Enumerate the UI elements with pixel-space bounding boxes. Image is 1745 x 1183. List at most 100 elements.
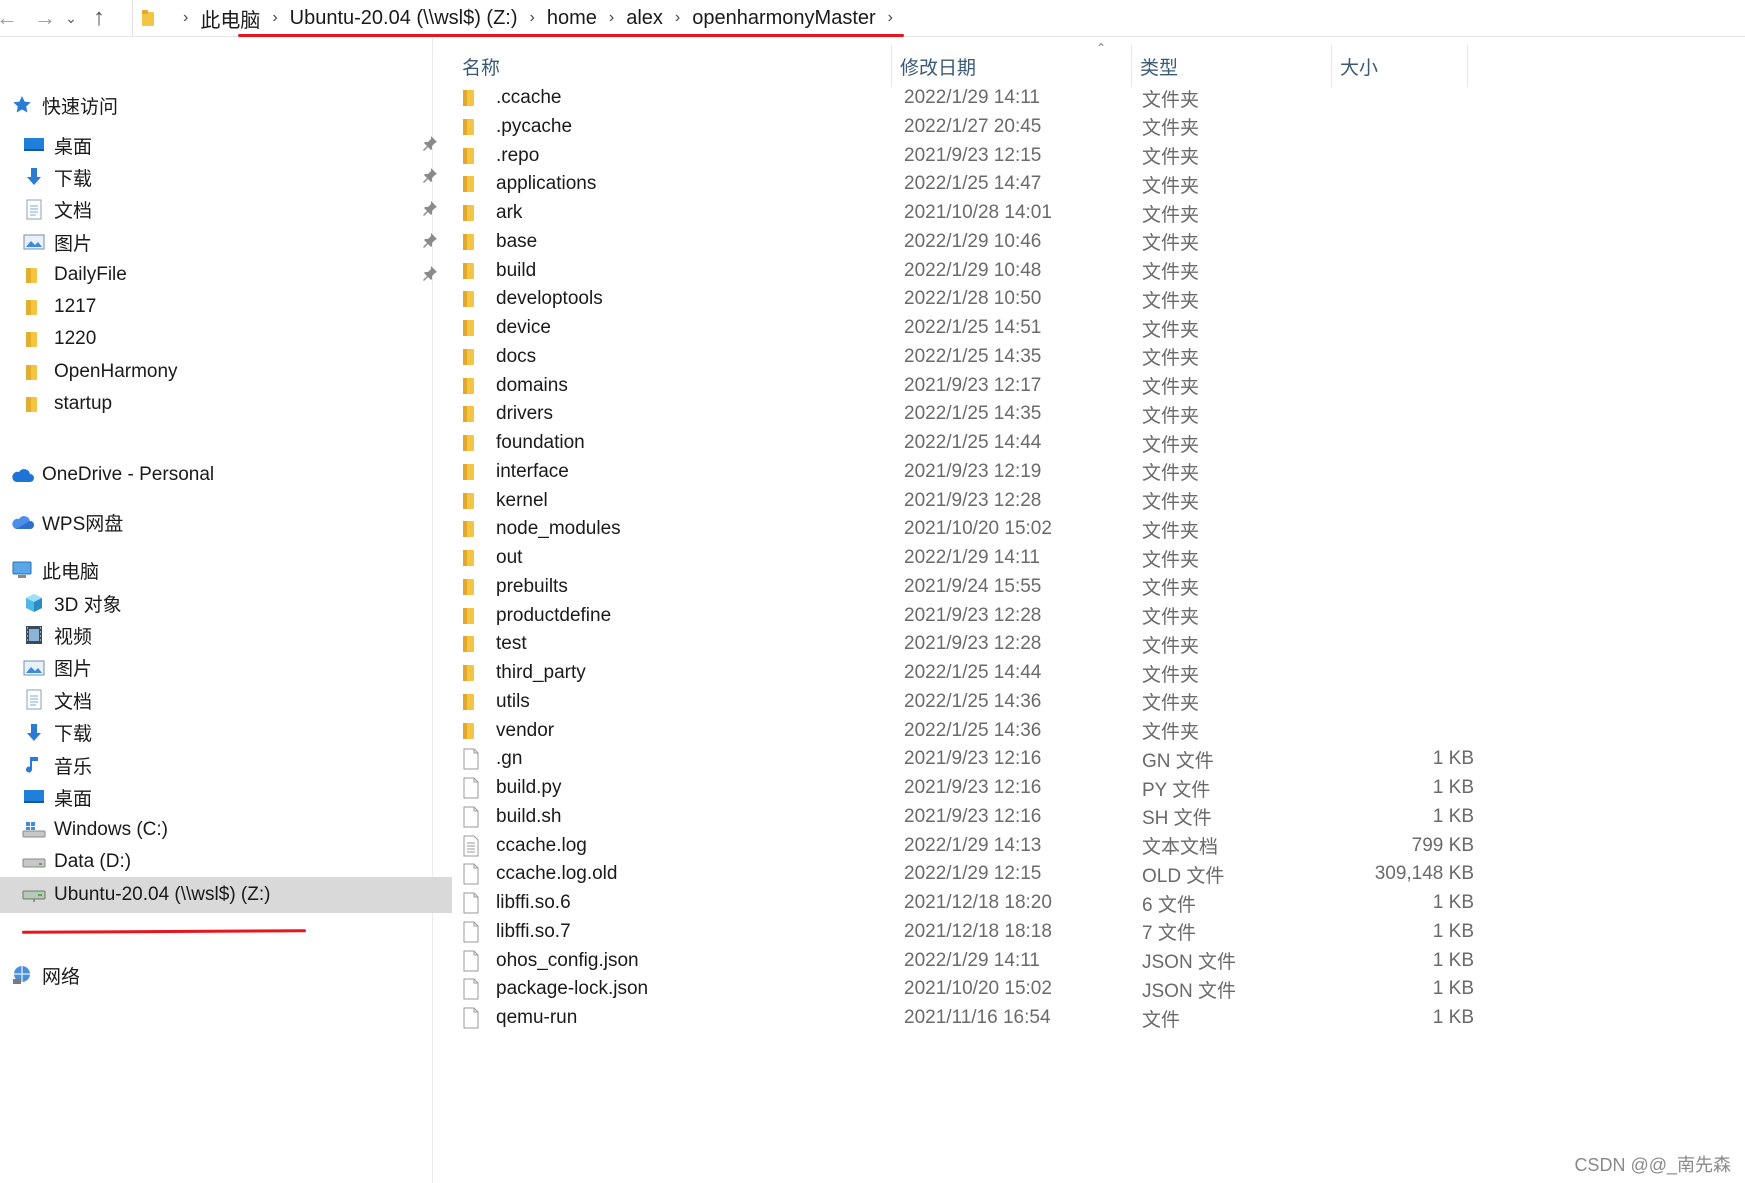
file-row[interactable]: prebuilts 2021/9/24 15:55 文件夹 (434, 571, 1474, 603)
sidebar-item-this-pc[interactable]: 桌面 (0, 779, 452, 815)
breadcrumb-item-openharmonymaster[interactable]: openharmonyMaster (692, 7, 875, 30)
sidebar-item-label: Windows (C:) (54, 818, 169, 840)
file-date: 2021/12/18 18:20 (904, 892, 1052, 913)
sidebar-item-quick-access[interactable]: 桌面 (0, 127, 452, 163)
chevron-right-icon[interactable]: › (888, 9, 893, 27)
file-row[interactable]: .gn 2021/9/23 12:16 GN 文件 1 KB (434, 743, 1474, 775)
breadcrumb-item-this-pc[interactable]: 此电脑 (200, 4, 260, 33)
sidebar-item-this-pc[interactable]: 文档 (0, 682, 452, 718)
chevron-right-icon[interactable]: › (272, 9, 277, 27)
folder-icon (462, 375, 482, 397)
file-date: 2021/9/23 12:19 (904, 460, 1042, 482)
recent-locations-chevron-icon[interactable]: ⌄ (60, 3, 82, 33)
file-row[interactable]: .pycache 2022/1/27 20:45 文件夹 (434, 111, 1474, 143)
file-name: ark (496, 202, 523, 223)
sidebar-item-this-pc[interactable]: 下载 (0, 715, 452, 751)
file-type: 文件夹 (1142, 463, 1200, 485)
wps-cloud-icon (10, 511, 34, 533)
file-row[interactable]: build 2022/1/29 10:48 文件夹 (434, 255, 1474, 287)
nav-wps-cloud[interactable]: WPS网盘 (0, 504, 440, 540)
file-row[interactable]: third_party 2022/1/25 14:44 文件夹 (434, 657, 1474, 689)
file-row[interactable]: qemu-run 2021/11/16 16:54 文件 1 KB (434, 1002, 1474, 1034)
file-type: 文本文档 (1142, 837, 1219, 858)
file-row[interactable]: package-lock.json 2021/10/20 15:02 JSON 文件… (434, 973, 1474, 1005)
file-name: prebuilts (496, 575, 568, 597)
folder-icon (462, 605, 482, 627)
file-date: 2022/1/25 14:44 (904, 432, 1042, 453)
sidebar-item-quick-access[interactable]: DailyFile (0, 257, 452, 293)
sidebar-item-this-pc[interactable]: Windows (C:) (0, 812, 452, 848)
file-row[interactable]: libffi.so.7 2021/12/18 18:18 7 文件 1 KB (434, 916, 1474, 948)
nav-this-pc[interactable]: 此电脑 (0, 552, 440, 588)
file-row[interactable]: libffi.so.6 2021/12/18 18:20 6 文件 1 KB (434, 887, 1474, 919)
sidebar-item-this-pc[interactable]: 视频 (0, 617, 452, 653)
chevron-right-icon[interactable]: › (183, 9, 188, 27)
file-row[interactable]: kernel 2021/9/23 12:28 文件夹 (434, 485, 1474, 517)
file-row[interactable]: vendor 2022/1/25 14:36 文件夹 (434, 715, 1474, 747)
folder-icon (462, 403, 482, 425)
file-row[interactable]: build.py 2021/9/23 12:16 PY 文件 1 KB (434, 772, 1474, 804)
sidebar-item-quick-access[interactable]: 图片 (0, 224, 452, 260)
up-arrow-icon[interactable]: ↑ (84, 3, 114, 33)
file-row[interactable]: node_modules 2021/10/20 15:02 文件夹 (434, 513, 1474, 545)
network-drive-icon (22, 884, 46, 906)
file-row[interactable]: foundation 2022/1/25 14:44 文件夹 (434, 427, 1474, 459)
column-header-date[interactable]: 修改日期 (892, 45, 1132, 87)
breadcrumb-item-home[interactable]: home (547, 7, 597, 30)
column-header-size[interactable]: 大小 (1332, 45, 1468, 87)
file-type: SH 文件 (1142, 808, 1212, 830)
file-row[interactable]: applications 2022/1/25 14:47 文件夹 (434, 168, 1474, 200)
breadcrumb[interactable]: › 此电脑 › Ubuntu-20.04 (\\wsl$) (Z:) › hom… (132, 0, 905, 36)
file-type: 文件夹 (1142, 722, 1200, 743)
sidebar-item-this-pc[interactable]: Ubuntu-20.04 (\\wsl$) (Z:) (0, 876, 452, 913)
nav-quick-access[interactable]: 快速访问 (0, 87, 440, 123)
sidebar-item-this-pc[interactable]: Data (D:) (0, 844, 452, 880)
file-row[interactable]: out 2022/1/29 14:11 文件夹 (434, 542, 1474, 574)
folder-icon (462, 116, 482, 138)
breadcrumb-item-alex[interactable]: alex (626, 7, 663, 30)
sidebar-item-this-pc[interactable]: 图片 (0, 650, 452, 686)
file-name: build.py (496, 777, 562, 798)
file-row[interactable]: ark 2021/10/28 14:01 文件夹 (434, 197, 1474, 229)
file-size: 1 KB (1432, 920, 1474, 942)
chevron-right-icon[interactable]: › (609, 9, 614, 27)
file-row[interactable]: ohos_config.json 2022/1/29 14:11 JSON 文件 1 … (434, 945, 1474, 977)
file-name: libffi.so.6 (496, 892, 571, 913)
sidebar-item-label: 桌面 (54, 136, 93, 158)
file-row[interactable]: .repo 2021/9/23 12:15 文件夹 (434, 140, 1474, 172)
file-row[interactable]: base 2022/1/29 10:46 文件夹 (434, 226, 1474, 258)
column-header-name[interactable]: 名称 (454, 45, 892, 87)
sidebar-item-this-pc[interactable]: 3D 对象 (0, 585, 452, 621)
file-row[interactable]: interface 2021/9/23 12:19 文件夹 (434, 456, 1474, 488)
sidebar-item-quick-access[interactable]: startup (0, 386, 452, 422)
file-row[interactable]: .ccache 2022/1/29 14:11 文件夹 (434, 82, 1474, 114)
sidebar-item-this-pc[interactable]: 音乐 (0, 747, 452, 783)
file-row[interactable]: test 2021/9/23 12:28 文件夹 (434, 628, 1474, 660)
sidebar-item-quick-access[interactable]: 1217 (0, 289, 452, 325)
forward-arrow-icon[interactable]: → (30, 3, 60, 33)
chevron-right-icon[interactable]: › (675, 9, 680, 27)
file-row[interactable]: utils 2022/1/25 14:36 文件夹 (434, 686, 1474, 718)
nav-network[interactable]: 网络 (0, 957, 440, 993)
sidebar-item-quick-access[interactable]: OpenHarmony (0, 354, 452, 390)
chevron-right-icon[interactable]: › (530, 9, 535, 27)
column-header-type[interactable]: 类型 (1132, 45, 1332, 87)
file-name-cell: device (462, 317, 551, 339)
file-row[interactable]: developtools 2022/1/28 10:50 文件夹 (434, 283, 1474, 315)
file-row[interactable]: productdefine 2021/9/23 12:28 文件夹 (434, 600, 1474, 632)
file-row[interactable]: device 2022/1/25 14:51 文件夹 (434, 312, 1474, 344)
file-row[interactable]: build.sh 2021/9/23 12:16 SH 文件 1 KB (434, 801, 1474, 833)
back-arrow-icon[interactable]: ← (0, 3, 22, 33)
file-row[interactable]: docs 2022/1/25 14:35 文件夹 (434, 341, 1474, 373)
sidebar-item-quick-access[interactable]: 1220 (0, 321, 452, 357)
file-date: 2021/9/23 12:28 (904, 633, 1042, 655)
breadcrumb-item-ubuntu-drive[interactable]: Ubuntu-20.04 (\\wsl$) (Z:) (290, 7, 518, 30)
nav-onedrive[interactable]: OneDrive - Personal (0, 457, 440, 493)
file-row[interactable]: ccache.log.old 2022/1/29 12:15 OLD 文件 309,1… (434, 858, 1474, 890)
file-row[interactable]: drivers 2022/1/25 14:35 文件夹 (434, 398, 1474, 430)
sidebar-item-quick-access[interactable]: 文档 (0, 192, 452, 228)
sidebar-item-quick-access[interactable]: 下载 (0, 159, 452, 195)
file-row[interactable]: domains 2021/9/23 12:17 文件夹 (434, 370, 1474, 402)
file-row[interactable]: ccache.log 2022/1/29 14:13 文本文档 799 KB (434, 830, 1474, 862)
file-date: 2022/1/25 14:35 (904, 345, 1042, 367)
